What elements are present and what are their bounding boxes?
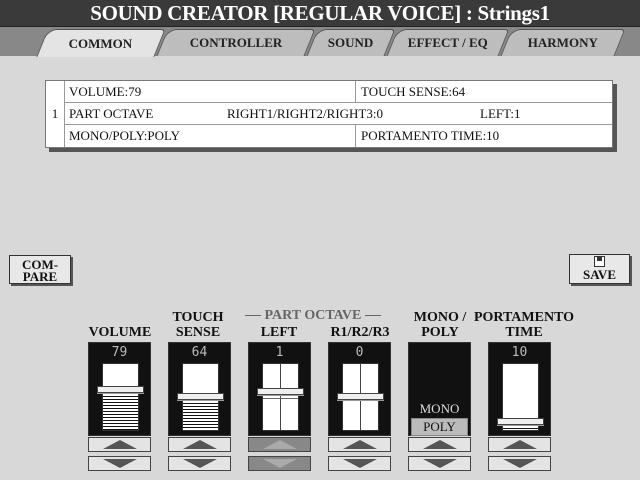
portamento-up-button[interactable]: [488, 437, 551, 452]
portamento-slider[interactable]: 10: [488, 342, 551, 436]
parameter-summary: 1 VOLUME:79 TOUCH SENSE:64 PART OCTAVE R…: [45, 80, 613, 148]
part-index: 1: [46, 81, 65, 147]
volume-value: 79: [111, 345, 128, 360]
left-octave-up-button[interactable]: [248, 437, 311, 452]
up-arrow-icon: [262, 440, 297, 449]
slider-zero-axis: [263, 398, 298, 399]
volume-down-button[interactable]: [88, 456, 151, 471]
down-arrow-icon: [262, 459, 297, 468]
summary-mono-poly: MONO/POLY:POLY: [69, 128, 181, 143]
summary-right-octave: RIGHT1/RIGHT2/RIGHT3:0: [227, 106, 383, 121]
r123-octave-value: 0: [355, 345, 364, 360]
volume-label: VOLUME: [88, 325, 152, 340]
slider-thumb[interactable]: [257, 388, 304, 395]
slider-center-line: [280, 364, 281, 430]
up-arrow-icon: [182, 440, 217, 449]
compare-button[interactable]: COM- PARE: [9, 255, 71, 284]
up-arrow-icon: [422, 440, 457, 449]
save-button[interactable]: SAVE: [569, 254, 630, 284]
volume-up-button[interactable]: [88, 437, 151, 452]
r123-octave-slider[interactable]: 0: [328, 342, 391, 436]
part-octave-group-label: PART OCTAVE: [245, 308, 381, 324]
tab-harmony[interactable]: HARMONY: [500, 29, 626, 56]
touch-sense-up-button[interactable]: [168, 437, 231, 452]
title-bar: SOUND CREATOR [REGULAR VOICE] : Strings1: [0, 0, 640, 27]
summary-row: VOLUME:79 TOUCH SENSE:64: [65, 81, 612, 103]
slider-thumb[interactable]: [337, 393, 384, 400]
portamento-down-button[interactable]: [488, 456, 551, 471]
mono-poly-up-button[interactable]: [408, 437, 471, 452]
down-arrow-icon: [422, 459, 457, 468]
slider-thumb[interactable]: [97, 386, 144, 393]
down-arrow-icon: [502, 459, 537, 468]
left-label: LEFT: [260, 325, 298, 340]
tab-controller[interactable]: CONTROLLER: [156, 29, 316, 56]
down-arrow-icon: [182, 459, 217, 468]
summary-touch-sense: TOUCH SENSE:64: [361, 84, 466, 99]
summary-part-octave: PART OCTAVE: [69, 106, 154, 121]
slider-thumb[interactable]: [177, 393, 224, 400]
touch-sense-value: 64: [191, 345, 208, 360]
tab-bar: COMMON CONTROLLER SOUND EFFECT / EQ HARM…: [0, 27, 640, 57]
summary-portamento: PORTAMENTO TIME:10: [361, 128, 500, 143]
summary-row: MONO/POLY:POLY PORTAMENTO TIME:10: [65, 125, 612, 147]
disk-icon: [594, 256, 605, 267]
up-arrow-icon: [502, 440, 537, 449]
left-octave-value: 1: [275, 345, 284, 360]
tab-common[interactable]: COMMON: [36, 29, 166, 57]
r123-label: R1/R2/R3: [330, 325, 390, 340]
mono-poly-down-button[interactable]: [408, 456, 471, 471]
down-arrow-icon: [102, 459, 137, 468]
tab-sound[interactable]: SOUND: [306, 29, 396, 56]
volume-slider[interactable]: 79: [88, 342, 151, 436]
touch-sense-slider[interactable]: 64: [168, 342, 231, 436]
touch-sense-label: TOUCH SENSE: [172, 310, 224, 340]
touch-sense-down-button[interactable]: [168, 456, 231, 471]
window-title: SOUND CREATOR [REGULAR VOICE] : Strings1: [90, 1, 550, 25]
r123-octave-up-button[interactable]: [328, 437, 391, 452]
poly-option[interactable]: POLY: [411, 418, 468, 436]
slider-thumb[interactable]: [497, 418, 544, 425]
down-arrow-icon: [342, 459, 377, 468]
left-octave-down-button[interactable]: [248, 456, 311, 471]
mono-poly-label: MONO / POLY: [413, 310, 467, 340]
portamento-label: PORTAMENTO TIME: [473, 310, 575, 340]
portamento-value: 10: [511, 345, 528, 360]
r123-octave-down-button[interactable]: [328, 456, 391, 471]
mono-poly-selector[interactable]: MONO POLY: [408, 342, 471, 436]
summary-row: PART OCTAVE RIGHT1/RIGHT2/RIGHT3:0 LEFT:…: [65, 103, 612, 125]
summary-left-octave: LEFT:1: [480, 106, 521, 121]
summary-volume: VOLUME:79: [69, 84, 142, 99]
tab-effect-eq[interactable]: EFFECT / EQ: [386, 29, 510, 56]
left-octave-slider[interactable]: 1: [248, 342, 311, 436]
up-arrow-icon: [102, 440, 137, 449]
up-arrow-icon: [342, 440, 377, 449]
mono-option[interactable]: MONO: [409, 401, 470, 417]
